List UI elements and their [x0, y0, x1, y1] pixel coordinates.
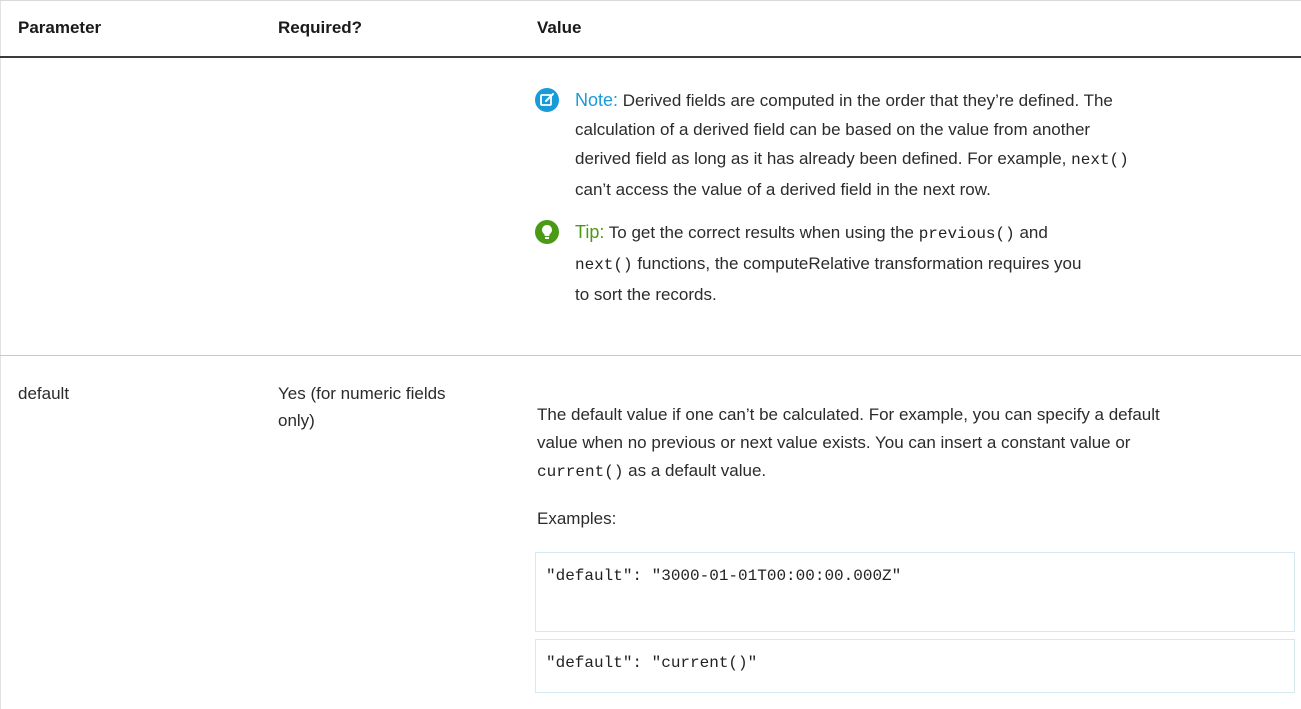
- note-label: Note:: [575, 90, 619, 110]
- cell-value-default: The default value if one can’t be calcul…: [537, 401, 1297, 486]
- example-code-2: "default": "current()": [546, 654, 758, 672]
- row-separator: [0, 355, 1301, 356]
- tip-code-next: next(): [575, 256, 633, 274]
- note-code-next: next(): [1071, 151, 1129, 169]
- note-callout: Note: Derived fields are computed in the…: [535, 87, 1301, 207]
- examples-label: Examples:: [537, 509, 617, 528]
- tip-line-2b: functions, the computeRelative transform…: [632, 254, 1082, 273]
- note-edit-icon: [535, 88, 559, 112]
- default-desc-line-1: The default value if one can’t be calcul…: [537, 405, 1160, 424]
- note-line-2: calculation of a derived field can be ba…: [575, 120, 1091, 139]
- required-line-1: Yes (for numeric fields: [278, 384, 446, 403]
- tip-label: Tip:: [575, 222, 605, 242]
- note-line-4: can’t access the value of a derived fiel…: [575, 180, 991, 199]
- tip-line-1a: To get the correct results when using th…: [604, 223, 919, 242]
- default-desc-line-3: as a default value.: [623, 461, 767, 480]
- tip-line-1b: and: [1014, 223, 1048, 242]
- tip-callout: Tip: To get the correct results when usi…: [535, 219, 1301, 319]
- table-header-row: Parameter Required? Value: [0, 0, 1301, 58]
- header-required: Required?: [278, 18, 363, 37]
- default-code-current: current(): [537, 463, 624, 481]
- note-line-1: Derived fields are computed in the order…: [618, 91, 1113, 110]
- example-code-1: "default": "3000-01-01T00:00:00.000Z": [546, 567, 902, 585]
- tip-code-previous: previous(): [918, 225, 1015, 243]
- cell-required-default: Yes (for numeric fields only): [278, 380, 518, 434]
- header-value: Value: [537, 18, 582, 37]
- default-desc-line-2: value when no previous or next value exi…: [537, 433, 1131, 452]
- cell-parameter-default: default: [18, 384, 70, 403]
- lightbulb-icon: [535, 220, 559, 244]
- note-text: Note: Derived fields are computed in the…: [575, 86, 1295, 204]
- note-line-3: derived field as long as it has already …: [575, 149, 1072, 168]
- tip-text: Tip: To get the correct results when usi…: [575, 218, 1295, 309]
- tip-line-3: to sort the records.: [575, 285, 717, 304]
- example-code-block-1: "default": "3000-01-01T00:00:00.000Z": [535, 552, 1295, 632]
- required-line-2: only): [278, 411, 315, 430]
- example-code-block-2: "default": "current()": [535, 639, 1295, 693]
- header-parameter: Parameter: [18, 18, 102, 37]
